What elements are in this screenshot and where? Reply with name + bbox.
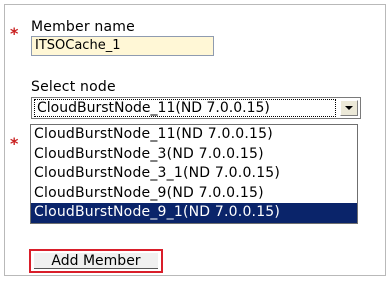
member-name-input[interactable]: ITSOCache_1: [31, 36, 214, 56]
node-option[interactable]: CloudBurstNode_3_1(ND 7.0.0.15): [31, 164, 357, 184]
node-select-value: CloudBurstNode_11(ND 7.0.0.15): [34, 99, 336, 117]
node-option-highlighted[interactable]: CloudBurstNode_9_1(ND 7.0.0.15): [31, 203, 357, 223]
node-dropdown-list[interactable]: CloudBurstNode_11(ND 7.0.0.15) CloudBurs…: [30, 124, 358, 224]
node-option[interactable]: CloudBurstNode_11(ND 7.0.0.15): [31, 125, 357, 145]
select-node-label: Select node: [31, 79, 116, 95]
required-marker: *: [10, 134, 19, 153]
required-marker: *: [10, 24, 19, 43]
node-option[interactable]: CloudBurstNode_3(ND 7.0.0.15): [31, 145, 357, 165]
member-name-label: Member name: [31, 19, 135, 35]
node-option[interactable]: CloudBurstNode_9(ND 7.0.0.15): [31, 184, 357, 204]
node-select[interactable]: CloudBurstNode_11(ND 7.0.0.15): [31, 97, 361, 119]
chevron-down-icon[interactable]: [340, 100, 358, 116]
add-member-button[interactable]: Add Member: [29, 249, 163, 273]
add-member-button-label: Add Member: [34, 253, 158, 269]
